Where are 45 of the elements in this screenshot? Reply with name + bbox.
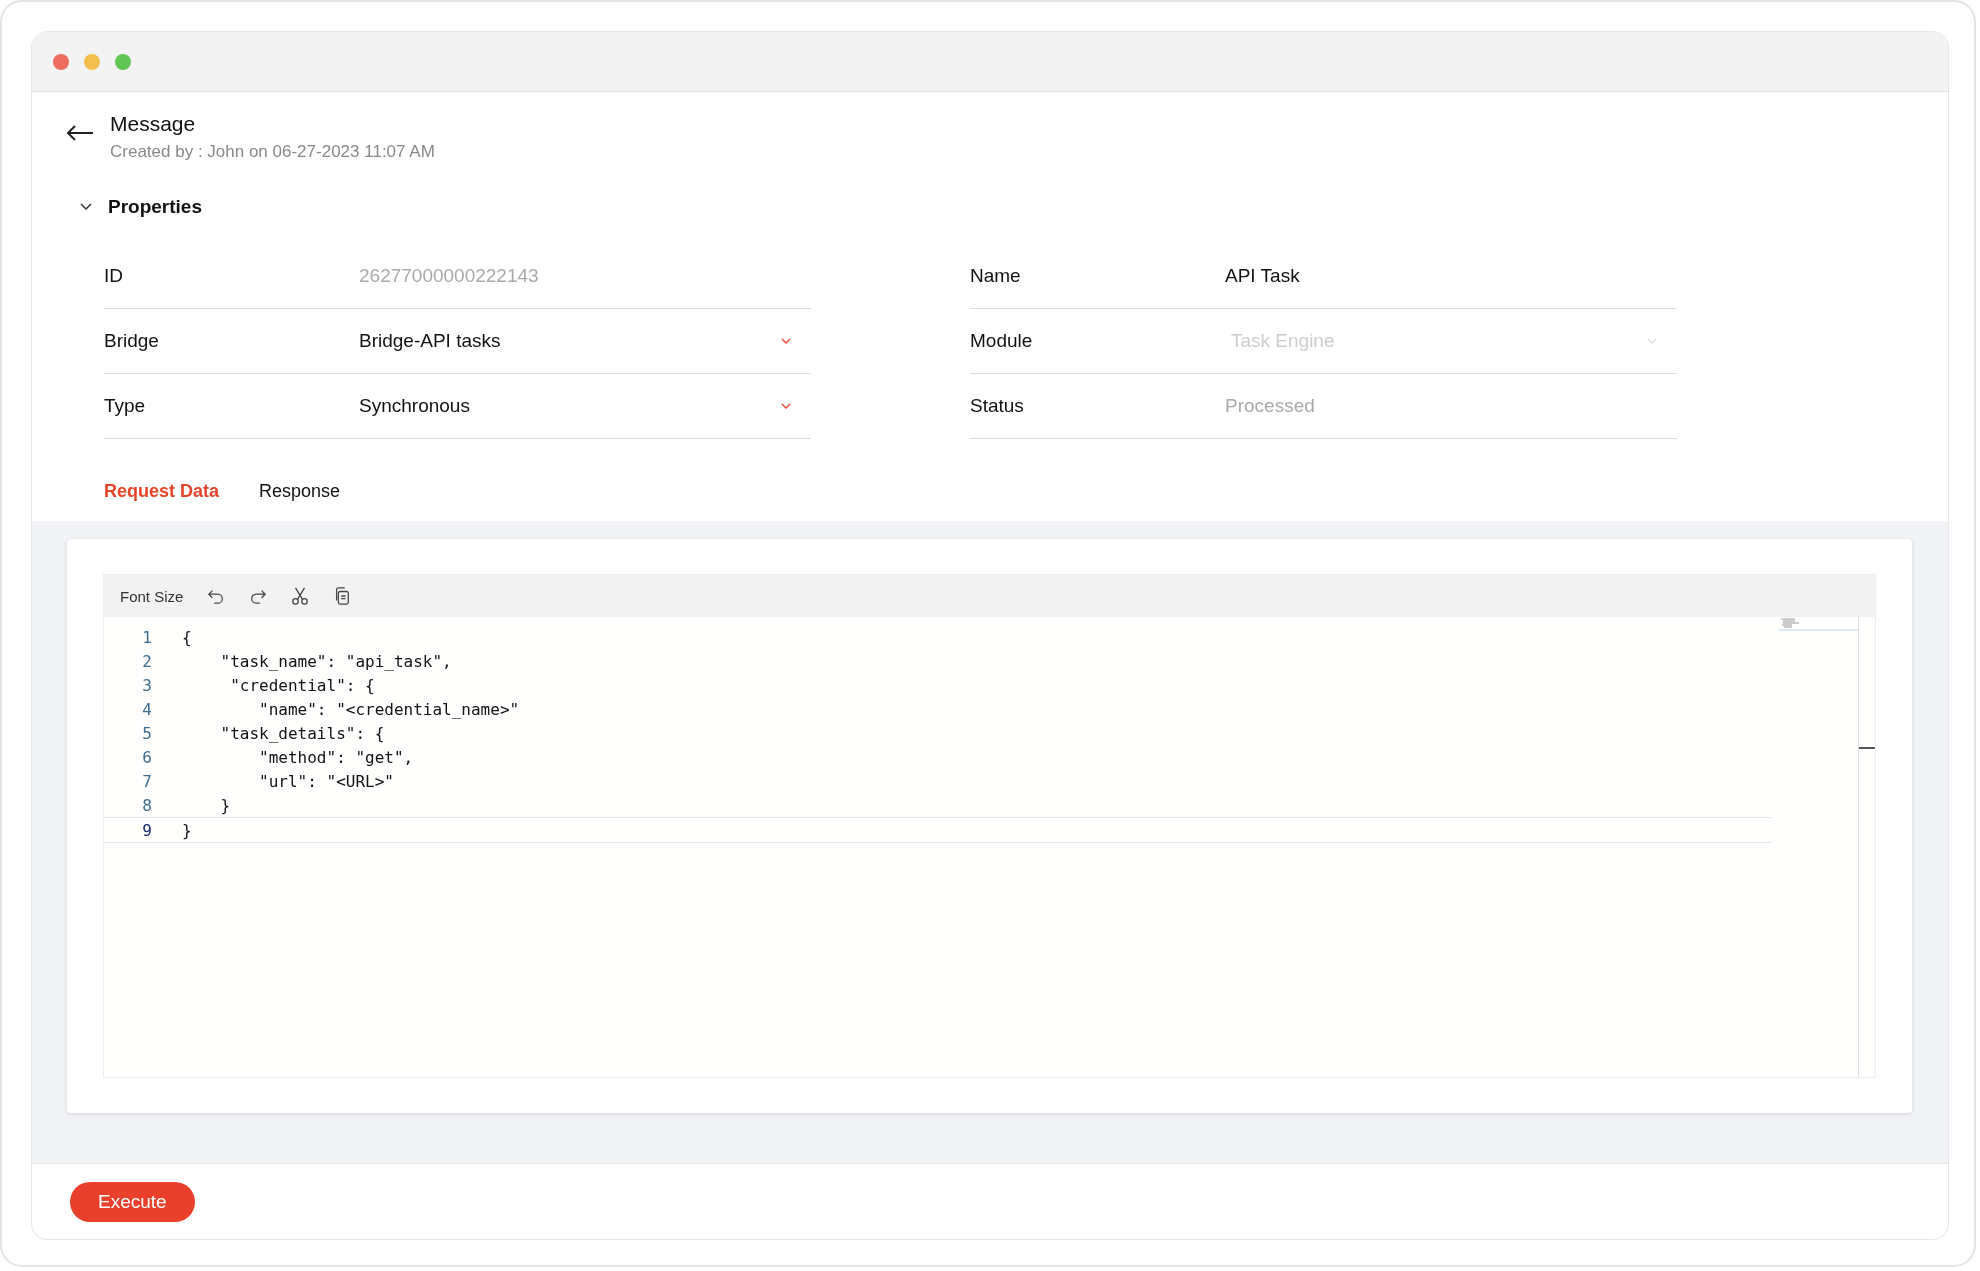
code-line: "task_details": { — [219, 723, 385, 743]
tab[interactable]: Response — [259, 481, 341, 502]
dropdown-caret-icon — [781, 338, 791, 344]
dropdown-caret-icon — [1647, 338, 1657, 344]
code-line: } — [219, 795, 231, 815]
back-arrow-icon[interactable] — [66, 124, 94, 142]
dropdown-field[interactable]: Bridge-API tasks — [359, 323, 811, 359]
text-field: Processed — [1225, 388, 1677, 424]
code-line: "credential": { — [229, 675, 375, 695]
dropdown-caret-icon — [781, 403, 791, 409]
line-number: 7 — [141, 771, 153, 791]
field-label: Type — [104, 395, 147, 417]
line-number: 5 — [141, 723, 153, 743]
properties-toggle[interactable]: Properties — [80, 196, 202, 218]
line-number: 2 — [141, 651, 153, 671]
code-line: "method": "get", — [258, 747, 414, 767]
field-label: Name — [970, 265, 1022, 287]
field-label: ID — [104, 265, 124, 287]
line-number: 4 — [141, 699, 153, 719]
code-line: { — [182, 627, 192, 647]
chevron-icon — [80, 203, 92, 211]
page-title: Message — [110, 112, 196, 136]
code-line: "name": "<credential_name>" — [258, 699, 520, 719]
font-size-button[interactable]: Font Size — [120, 587, 184, 605]
text-field: 26277000000222143 — [359, 258, 811, 294]
code-line: "url": "<URL>" — [258, 771, 394, 791]
dropdown-field[interactable]: Synchronous — [359, 388, 811, 424]
line-number: 9 — [141, 820, 153, 840]
created-by-text: Created by : John on 06-27-2023 11:07 AM — [110, 142, 435, 162]
text-field[interactable]: API Task — [1225, 258, 1677, 294]
scissors-icon[interactable] — [291, 587, 310, 605]
scrollbar[interactable] — [1858, 617, 1875, 1077]
field-label: Bridge — [104, 330, 160, 352]
field-label: Status — [970, 395, 1025, 417]
line-number: 3 — [141, 675, 153, 695]
field-label: Module — [970, 330, 1034, 352]
copy-icon[interactable] — [333, 587, 352, 605]
code-line: } — [182, 820, 192, 840]
line-number: 1 — [141, 627, 153, 647]
code-line: "task_name": "api_task", — [219, 651, 452, 671]
line-number: 8 — [141, 795, 153, 815]
tab[interactable]: Request Data — [104, 481, 220, 502]
execute-button[interactable]: Execute — [70, 1181, 195, 1222]
close-button[interactable] — [53, 53, 69, 70]
line-number: 6 — [141, 747, 153, 767]
